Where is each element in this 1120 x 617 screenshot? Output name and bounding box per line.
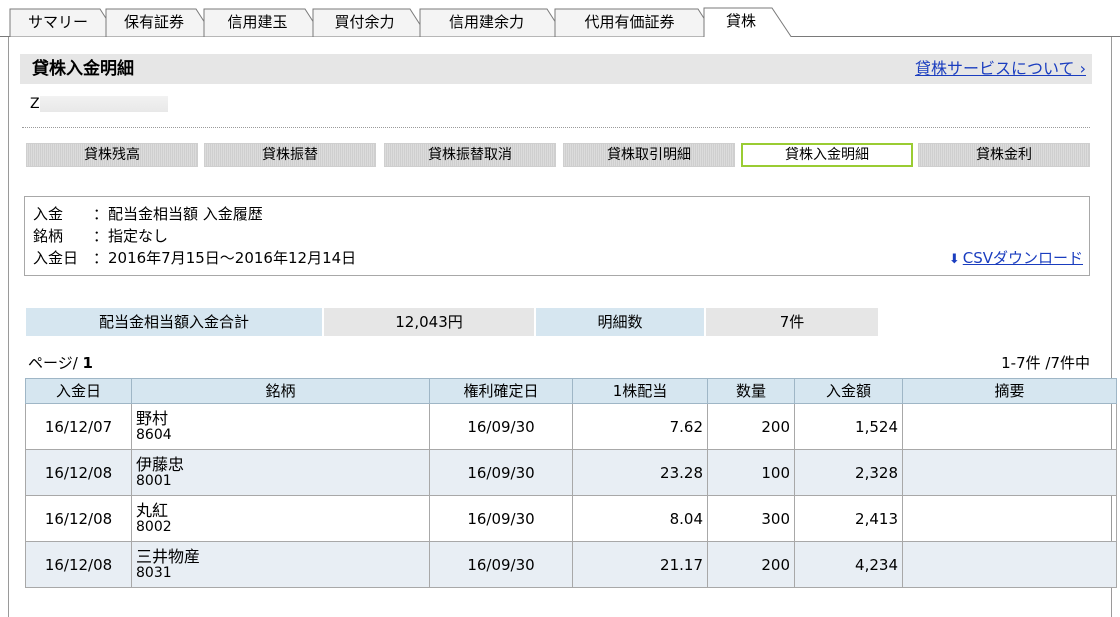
subnav-transfer-cancel[interactable]: 貸株振替取消	[384, 143, 556, 167]
col-header-remarks: 摘要	[902, 378, 1117, 404]
deposit-detail-table: 入金日 銘柄 権利確定日 1株配当 数量 入金額 摘要 16/12/07 野村 8…	[25, 378, 1117, 588]
cell-quantity: 200	[707, 403, 795, 450]
cell-amount: 1,524	[794, 403, 903, 450]
issue-code: 8031	[136, 565, 172, 581]
col-header-amount[interactable]: 入金額	[794, 378, 903, 404]
cell-record-date: 16/09/30	[429, 403, 573, 450]
tab-stock-lending[interactable]: 貸株	[710, 11, 772, 31]
subnav-transaction-details[interactable]: 貸株取引明細	[563, 143, 735, 167]
condition-deposit-label: 入金	[33, 205, 64, 223]
issue-name: 三井物産	[136, 547, 201, 566]
subnav-deposit-details[interactable]: 貸株入金明細	[741, 143, 913, 167]
issue-code: 8002	[136, 519, 172, 535]
cell-issue: 野村 8604	[131, 403, 430, 450]
title-bar: 貸株入金明細 貸株サービスについて ›	[20, 54, 1092, 84]
record-count: 1-7件 /7件中	[1001, 354, 1090, 372]
subnav-lending-rates[interactable]: 貸株金利	[918, 143, 1090, 167]
cell-quantity: 200	[707, 541, 795, 588]
condition-deposit: 入金 ：配当金相当額 入金履歴	[33, 205, 263, 223]
table-row: 16/12/07 野村 8604 16/09/30 7.62 200 1,524	[25, 403, 1117, 450]
tab-margin-positions[interactable]: 信用建玉	[210, 12, 305, 32]
condition-issue-value: ：指定なし	[93, 227, 169, 245]
divider	[22, 127, 1090, 128]
cell-quantity: 300	[707, 495, 795, 542]
cell-dividend: 7.62	[572, 403, 708, 450]
search-conditions: 入金 ：配当金相当額 入金履歴 銘柄 ：指定なし 入金日 ：2016年7月15日～20…	[24, 196, 1090, 276]
cell-quantity: 100	[707, 449, 795, 496]
cell-record-date: 16/09/30	[429, 495, 573, 542]
col-header-quantity[interactable]: 数量	[707, 378, 795, 404]
table-row: 16/12/08 伊藤忠 8001 16/09/30 23.28 100 2,32…	[25, 449, 1117, 496]
cell-deposit-date: 16/12/08	[25, 449, 132, 496]
col-header-deposit-date[interactable]: 入金日	[25, 378, 132, 404]
page-label: ページ/	[28, 354, 78, 372]
cell-deposit-date: 16/12/08	[25, 541, 132, 588]
tab-buying-power[interactable]: 買付余力	[319, 12, 410, 32]
condition-issue-label: 銘柄	[33, 227, 64, 245]
cell-remarks	[902, 541, 1117, 588]
summary-total-value: 12,043円	[324, 308, 534, 336]
condition-date: 入金日 ：2016年7月15日～2016年12月14日	[33, 249, 356, 267]
account-number: Z	[30, 96, 40, 112]
issue-code: 8604	[136, 427, 172, 443]
cell-issue: 丸紅 8002	[131, 495, 430, 542]
condition-issue: 銘柄 ：指定なし	[33, 227, 168, 245]
page-indicator: ページ/ 1	[28, 354, 93, 372]
summary-total-label: 配当金相当額入金合計	[26, 308, 322, 336]
cell-amount: 2,328	[794, 449, 903, 496]
col-header-dividend-per-share[interactable]: 1株配当	[572, 378, 708, 404]
summary-count-value: 7件	[706, 308, 878, 336]
cell-dividend: 8.04	[572, 495, 708, 542]
table-header-row: 入金日 銘柄 権利確定日 1株配当 数量 入金額 摘要	[25, 378, 1117, 404]
col-header-issue[interactable]: 銘柄	[131, 378, 430, 404]
about-stock-lending-link[interactable]: 貸株サービスについて ›	[915, 59, 1086, 79]
csv-download-link[interactable]: ⬇ CSVダウンロード	[949, 249, 1083, 269]
download-arrow-icon: ⬇	[948, 252, 960, 267]
cell-deposit-date: 16/12/07	[25, 403, 132, 450]
cell-dividend: 23.28	[572, 449, 708, 496]
table-row: 16/12/08 三井物産 8031 16/09/30 21.17 200 4,2…	[25, 541, 1117, 588]
tab-margin-power[interactable]: 信用建余力	[426, 12, 547, 32]
summary-count-label: 明細数	[536, 308, 704, 336]
page-title: 貸株入金明細	[32, 59, 134, 79]
cell-record-date: 16/09/30	[429, 449, 573, 496]
cell-remarks	[902, 403, 1117, 450]
subnav-lending-balance[interactable]: 貸株残高	[26, 143, 198, 167]
cell-amount: 2,413	[794, 495, 903, 542]
cell-amount: 4,234	[794, 541, 903, 588]
cell-issue: 伊藤忠 8001	[131, 449, 430, 496]
cell-deposit-date: 16/12/08	[25, 495, 132, 542]
cell-issue: 三井物産 8031	[131, 541, 430, 588]
table-row: 16/12/08 丸紅 8002 16/09/30 8.04 300 2,413	[25, 495, 1117, 542]
tab-bar: サマリー 保有証券 信用建玉 買付余力 信用建余力 代用有価証券 貸株	[0, 0, 1120, 38]
cell-remarks	[902, 449, 1117, 496]
condition-date-label: 入金日	[33, 249, 79, 267]
issue-name: 野村	[136, 409, 169, 428]
page-number: 1	[82, 354, 93, 372]
cell-dividend: 21.17	[572, 541, 708, 588]
issue-code: 8001	[136, 473, 172, 489]
subnav-lending-transfer[interactable]: 貸株振替	[204, 143, 376, 167]
account-number-mask	[40, 96, 168, 112]
condition-deposit-value: ：配当金相当額 入金履歴	[93, 205, 263, 223]
col-header-record-date[interactable]: 権利確定日	[429, 378, 573, 404]
cell-record-date: 16/09/30	[429, 541, 573, 588]
tab-summary[interactable]: サマリー	[16, 12, 100, 32]
cell-remarks	[902, 495, 1117, 542]
tab-holdings[interactable]: 保有証券	[112, 12, 196, 32]
condition-date-value: ：2016年7月15日～2016年12月14日	[93, 249, 357, 267]
tab-collateral-securities[interactable]: 代用有価証券	[561, 12, 698, 32]
issue-name: 丸紅	[136, 501, 169, 520]
csv-download-label: CSVダウンロード	[962, 249, 1083, 267]
issue-name: 伊藤忠	[136, 455, 185, 474]
